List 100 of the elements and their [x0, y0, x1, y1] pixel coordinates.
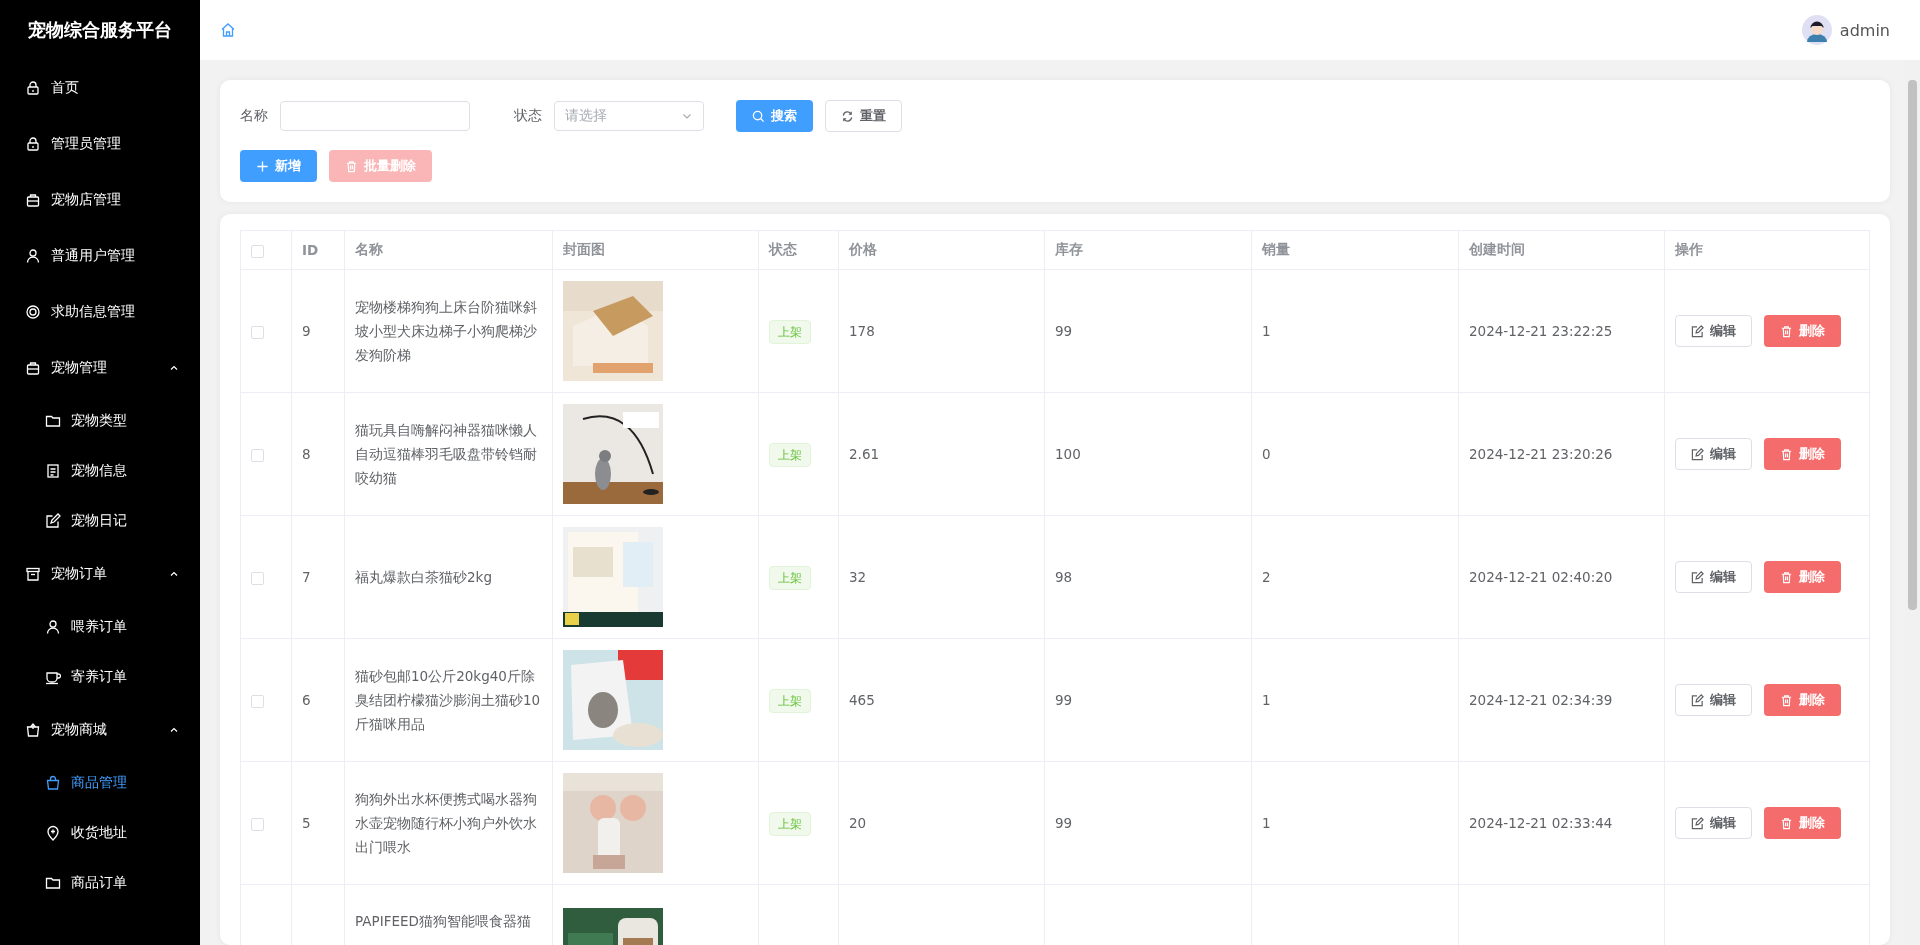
box-icon	[25, 566, 41, 582]
status-tag: 上架	[769, 319, 811, 344]
table-cell: 0	[1262, 446, 1271, 462]
edit-button[interactable]: 编辑	[1674, 684, 1752, 716]
sidebar-item[interactable]: 首页	[0, 60, 200, 116]
sidebar-item[interactable]: 宠物信息	[0, 446, 200, 496]
table-cell: 1	[1262, 323, 1271, 339]
sidebar-item[interactable]: 普通用户管理	[0, 228, 200, 284]
sidebar-group[interactable]: 宠物商城	[0, 702, 200, 758]
edit-button[interactable]: 编辑	[1674, 561, 1752, 593]
sidebar-item[interactable]: 收货地址	[0, 808, 200, 858]
edit-button[interactable]: 编辑	[1674, 315, 1752, 347]
scrollbar-thumb[interactable]	[1908, 80, 1917, 610]
sidebar-item[interactable]: 商品订单	[0, 858, 200, 908]
avatar-icon[interactable]	[1801, 15, 1832, 45]
trash-icon	[1779, 324, 1793, 338]
table-cell: 465	[849, 692, 875, 708]
user-name[interactable]: admin	[1839, 20, 1890, 40]
plus-icon	[256, 159, 269, 173]
table-cell: 98	[1055, 569, 1073, 585]
user-icon	[25, 248, 41, 264]
lifebuoy-icon	[25, 304, 41, 320]
sidebar-item[interactable]: 管理员管理	[0, 116, 200, 172]
row-checkbox[interactable]	[251, 325, 264, 339]
table-cell: 狗狗外出水杯便携式喝水器狗水壶宠物随行杯小狗户外饮水出门喂水	[355, 791, 537, 855]
table-cell: 99	[1055, 323, 1073, 339]
table-cell: 178	[849, 323, 875, 339]
lock-icon	[25, 136, 41, 152]
home-icon[interactable]	[220, 22, 236, 38]
table-cell: 1	[1262, 815, 1271, 831]
sidebar-item[interactable]: 喂养订单	[0, 602, 200, 652]
table-cell: 8	[302, 446, 311, 462]
sidebar-item[interactable]: 求助信息管理	[0, 284, 200, 340]
sidebar-item[interactable]: 商品管理	[0, 758, 200, 808]
column-header: 状态	[758, 230, 839, 270]
row-checkbox[interactable]	[251, 817, 264, 831]
cup-icon	[45, 669, 61, 685]
trash-icon	[1779, 447, 1793, 461]
sidebar-item[interactable]: 寄养订单	[0, 652, 200, 702]
lock-icon	[25, 80, 41, 96]
folder-icon	[45, 413, 61, 429]
trash-icon	[345, 159, 358, 173]
table-cell: 2024-12-21 02:34:39	[1469, 692, 1613, 708]
table-cell: 2	[1262, 569, 1271, 585]
table-cell: 5	[302, 815, 311, 831]
sidebar-item[interactable]: 宠物日记	[0, 496, 200, 546]
trash-icon	[1779, 693, 1793, 707]
table-cell: 6	[302, 692, 311, 708]
edit-button[interactable]: 编辑	[1674, 438, 1752, 470]
column-header: 名称	[344, 230, 553, 270]
sidebar-item[interactable]: 宠物店管理	[0, 172, 200, 228]
table-cell: 猫玩具自嗨解闷神器猫咪懒人自动逗猫棒羽毛吸盘带铃铛耐咬幼猫	[355, 422, 537, 486]
table-cell: 7	[302, 569, 311, 585]
select-all-checkbox[interactable]	[251, 244, 264, 258]
edit-icon	[1690, 816, 1704, 830]
location-icon	[45, 825, 61, 841]
status-tag: 上架	[769, 565, 811, 590]
edit-icon	[1690, 324, 1704, 338]
status-tag: 上架	[769, 442, 811, 467]
sidebar-item[interactable]: 宠物类型	[0, 396, 200, 446]
table-cell: 2024-12-21 23:22:25	[1469, 323, 1613, 339]
sidebar-group[interactable]: 宠物管理	[0, 340, 200, 396]
trash-icon	[1779, 816, 1793, 830]
column-header: 操作	[1664, 230, 1870, 270]
document-icon	[45, 463, 61, 479]
edit-icon	[1690, 447, 1704, 461]
edit-icon	[1690, 570, 1704, 584]
folder-icon	[45, 875, 61, 891]
sidebar-group[interactable]: 宠物订单	[0, 546, 200, 602]
row-checkbox[interactable]	[251, 448, 264, 462]
name-input[interactable]	[280, 101, 470, 131]
column-header: 销量	[1251, 230, 1459, 270]
table-cell: 100	[1055, 446, 1081, 462]
table-cell: 2024-12-21 02:33:44	[1469, 815, 1613, 831]
column-header: 库存	[1044, 230, 1252, 270]
row-checkbox[interactable]	[251, 571, 264, 585]
edit-button[interactable]: 编辑	[1674, 807, 1752, 839]
table-cell: 2024-12-21 02:40:20	[1469, 569, 1613, 585]
table-cell: 1	[1262, 692, 1271, 708]
search-icon	[752, 109, 765, 123]
row-checkbox[interactable]	[251, 694, 264, 708]
edit-icon	[1690, 693, 1704, 707]
field-label: 名称	[240, 107, 268, 125]
column-header: ID	[291, 230, 345, 270]
column-header: 封面图	[552, 230, 759, 270]
table-cell: 99	[1055, 692, 1073, 708]
bag-icon	[25, 192, 41, 208]
app-title: 宠物综合服务平台	[27, 18, 173, 42]
refresh-icon	[841, 109, 854, 123]
column-header: 价格	[838, 230, 1045, 270]
table-cell: 猫砂包邮10公斤20kg40斤除臭结团柠檬猫沙膨润土猫砂10斤猫咪用品	[355, 668, 541, 732]
table-cell: 2024-12-21 23:20:26	[1469, 446, 1613, 462]
table-cell: PAPIFEED猫狗智能喂食器猫	[355, 913, 531, 929]
status-tag: 上架	[769, 688, 811, 713]
reset-button[interactable]: 重置	[825, 100, 902, 132]
shop-icon	[25, 722, 41, 738]
field-label: 状态	[514, 107, 542, 125]
table-cell: 20	[849, 815, 867, 831]
table-cell: 32	[849, 569, 867, 585]
user-icon	[45, 619, 61, 635]
